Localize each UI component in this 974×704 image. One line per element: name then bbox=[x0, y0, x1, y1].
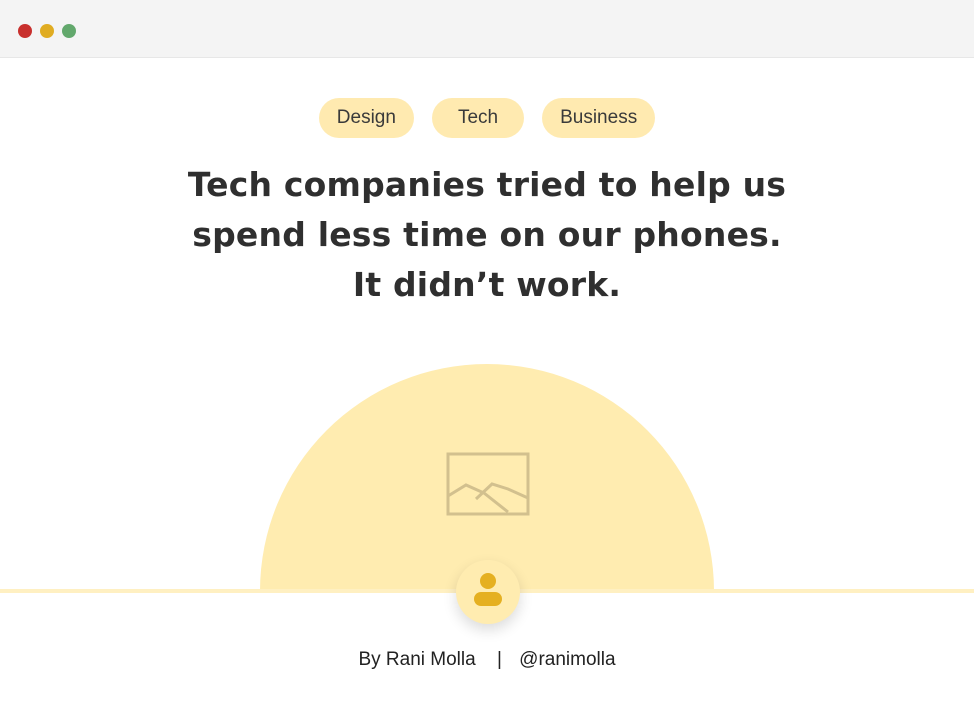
byline-separator: | bbox=[496, 649, 502, 670]
author-handle-link[interactable]: @ranimolla bbox=[519, 649, 615, 670]
image-placeholder-icon bbox=[446, 452, 530, 516]
tag-list: Design Tech Business bbox=[0, 98, 974, 138]
tag-business[interactable]: Business bbox=[542, 98, 656, 138]
maximize-window-button[interactable] bbox=[62, 24, 76, 38]
close-window-button[interactable] bbox=[18, 24, 32, 38]
article-byline: By Rani Molla | @ranimolla bbox=[0, 648, 974, 672]
tag-tech[interactable]: Tech bbox=[431, 98, 525, 138]
minimize-window-button[interactable] bbox=[40, 24, 54, 38]
window-titlebar bbox=[0, 0, 974, 58]
hero-image-placeholder bbox=[260, 364, 714, 591]
tag-design[interactable]: Design bbox=[318, 98, 414, 138]
article-headline: Tech companies tried to help us spend le… bbox=[187, 165, 787, 304]
author-avatar[interactable] bbox=[456, 560, 520, 624]
author-name: By Rani Molla bbox=[358, 649, 476, 670]
user-icon bbox=[474, 573, 502, 606]
